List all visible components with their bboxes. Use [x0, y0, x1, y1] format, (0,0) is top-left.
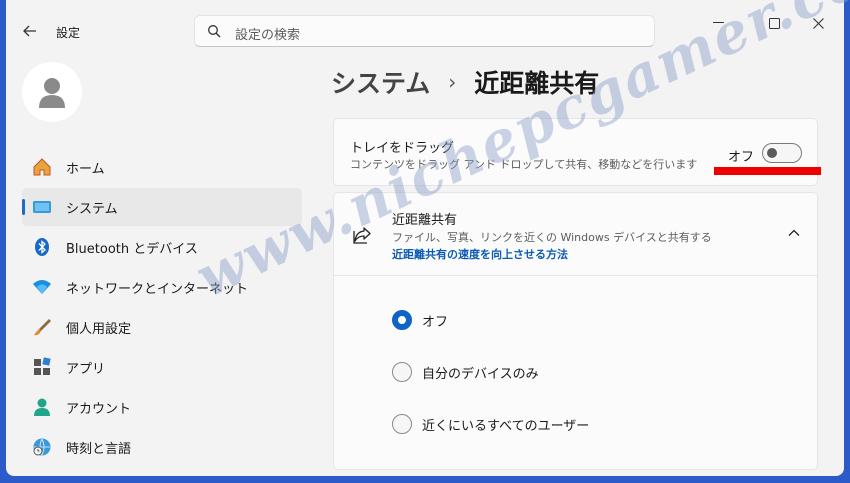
sidebar-nav: ホーム システム Bluetooth とデバイス ネットワークとインターネット … [22, 148, 302, 468]
page-title: 近距離共有 [474, 69, 600, 98]
sidebar-item-system[interactable]: システム [22, 188, 302, 226]
minimize-icon [712, 22, 724, 23]
toggle-knob [767, 148, 777, 158]
search-input[interactable]: 設定の検索 [235, 24, 300, 43]
globe-clock-icon [33, 438, 51, 457]
toggle-state-label: オフ [728, 150, 755, 165]
sidebar-item-time-language[interactable]: 時刻と言語 [22, 428, 302, 466]
nearby-share-card: 近距離共有 ファイル、写真、リンクを近くの Windows デバイスと共有する … [333, 192, 818, 470]
settings-window: 設定 設定の検索 ホーム システム Bluetooth とデバイス ネットワーク… [6, 0, 844, 476]
close-icon [812, 17, 824, 29]
sidebar-item-home[interactable]: ホーム [22, 148, 302, 186]
user-avatar-icon [39, 78, 65, 108]
bluetooth-icon [35, 238, 49, 256]
nearby-share-title: 近距離共有 [392, 213, 458, 228]
sidebar-item-label: アプリ [66, 361, 106, 377]
sidebar-item-accounts[interactable]: アカウント [22, 388, 302, 426]
radio-button[interactable] [392, 414, 412, 434]
sidebar-item-label: アカウント [66, 401, 132, 417]
radio-button[interactable] [392, 362, 412, 382]
brush-icon [34, 319, 51, 336]
sidebar-item-label: 個人用設定 [66, 321, 132, 337]
sidebar-item-label: ネットワークとインターネット [66, 281, 249, 297]
minimize-button[interactable] [704, 12, 732, 34]
drag-tray-title: トレイをドラッグ [350, 141, 455, 156]
breadcrumb-separator: › [448, 70, 457, 94]
sidebar-item-bluetooth[interactable]: Bluetooth とデバイス [22, 228, 302, 266]
radio-button[interactable] [392, 310, 412, 330]
radio-label: 近くにいるすべてのユーザー [422, 418, 590, 434]
maximize-icon [768, 17, 780, 29]
sidebar-item-apps[interactable]: アプリ [22, 348, 302, 386]
radio-option-my-devices[interactable]: 自分のデバイスのみ [392, 361, 539, 383]
title-bar: 設定 設定の検索 [6, 0, 844, 60]
sidebar-item-label: システム [66, 201, 118, 217]
back-button[interactable] [18, 20, 42, 42]
person-icon [34, 398, 50, 416]
divider [334, 275, 817, 276]
share-icon [353, 227, 371, 244]
radio-option-everyone[interactable]: 近くにいるすべてのユーザー [392, 413, 589, 435]
drag-tray-description: コンテンツをドラッグ アンド ドロップして共有、移動などを行います [350, 158, 698, 171]
monitor-icon [33, 201, 51, 213]
breadcrumb: システム › 近距離共有 [331, 64, 599, 100]
wifi-icon [33, 280, 51, 294]
search-box[interactable]: 設定の検索 [194, 15, 655, 47]
nearby-share-description: ファイル、写真、リンクを近くの Windows デバイスと共有する [392, 231, 712, 244]
avatar[interactable] [22, 62, 82, 122]
sidebar-item-label: Bluetooth とデバイス [66, 241, 198, 257]
close-button[interactable] [804, 12, 832, 34]
drag-tray-card: トレイをドラッグ コンテンツをドラッグ アンド ドロップして共有、移動などを行い… [333, 118, 818, 186]
red-highlight-underline [714, 167, 821, 175]
sidebar-item-network[interactable]: ネットワークとインターネット [22, 268, 302, 306]
app-title: 設定 [56, 26, 81, 40]
back-arrow-icon [23, 25, 36, 37]
apps-icon [34, 357, 51, 375]
speed-help-link[interactable]: 近距離共有の速度を向上させる方法 [392, 246, 568, 262]
breadcrumb-parent[interactable]: システム [331, 64, 430, 100]
radio-label: オフ [422, 314, 449, 330]
chevron-up-icon[interactable] [786, 225, 802, 241]
sidebar-item-label: 時刻と言語 [66, 441, 132, 457]
radio-option-off[interactable]: オフ [392, 309, 448, 331]
drag-tray-toggle[interactable] [762, 143, 802, 163]
maximize-button[interactable] [760, 12, 788, 34]
sidebar-item-label: ホーム [66, 161, 105, 177]
sidebar-item-personalization[interactable]: 個人用設定 [22, 308, 302, 346]
search-icon [208, 25, 221, 38]
home-icon [33, 158, 51, 176]
radio-label: 自分のデバイスのみ [422, 366, 539, 382]
